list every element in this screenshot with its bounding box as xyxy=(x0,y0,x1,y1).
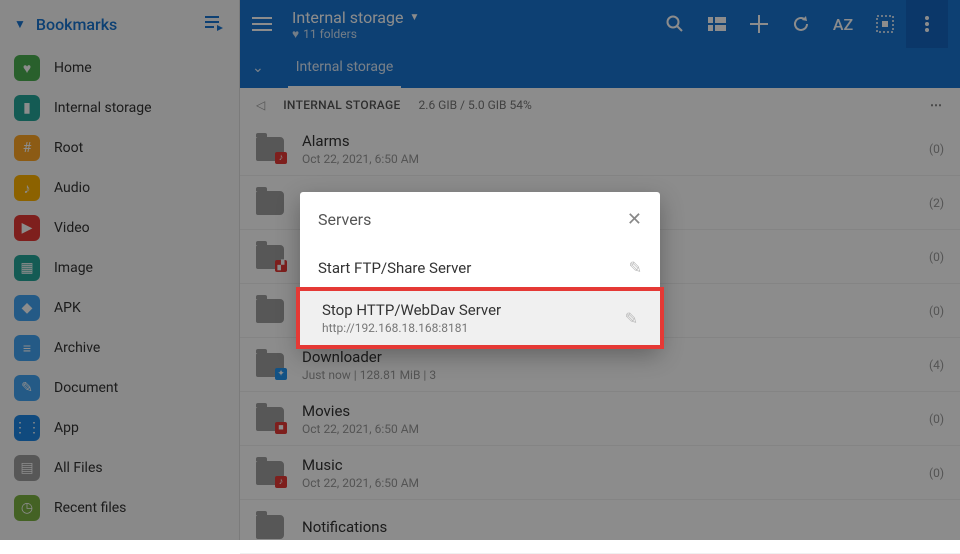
dialog-row-label: Stop HTTP/WebDav Server xyxy=(322,301,625,319)
dialog-row-http[interactable]: Stop HTTP/WebDav Server http://192.168.1… xyxy=(296,287,664,349)
edit-icon[interactable]: ✎ xyxy=(629,258,642,277)
dialog-row-ftp[interactable]: Start FTP/Share Server ✎ xyxy=(300,246,660,289)
edit-icon[interactable]: ✎ xyxy=(625,309,638,328)
dialog-row-label: Start FTP/Share Server xyxy=(318,259,629,277)
dialog-row-sub: http://192.168.18.168:8181 xyxy=(322,321,625,335)
dialog-header: Servers ✕ xyxy=(300,192,660,246)
dialog-title: Servers xyxy=(318,210,371,229)
close-icon[interactable]: ✕ xyxy=(627,209,642,230)
servers-dialog: Servers ✕ Start FTP/Share Server ✎ Stop … xyxy=(300,192,660,347)
